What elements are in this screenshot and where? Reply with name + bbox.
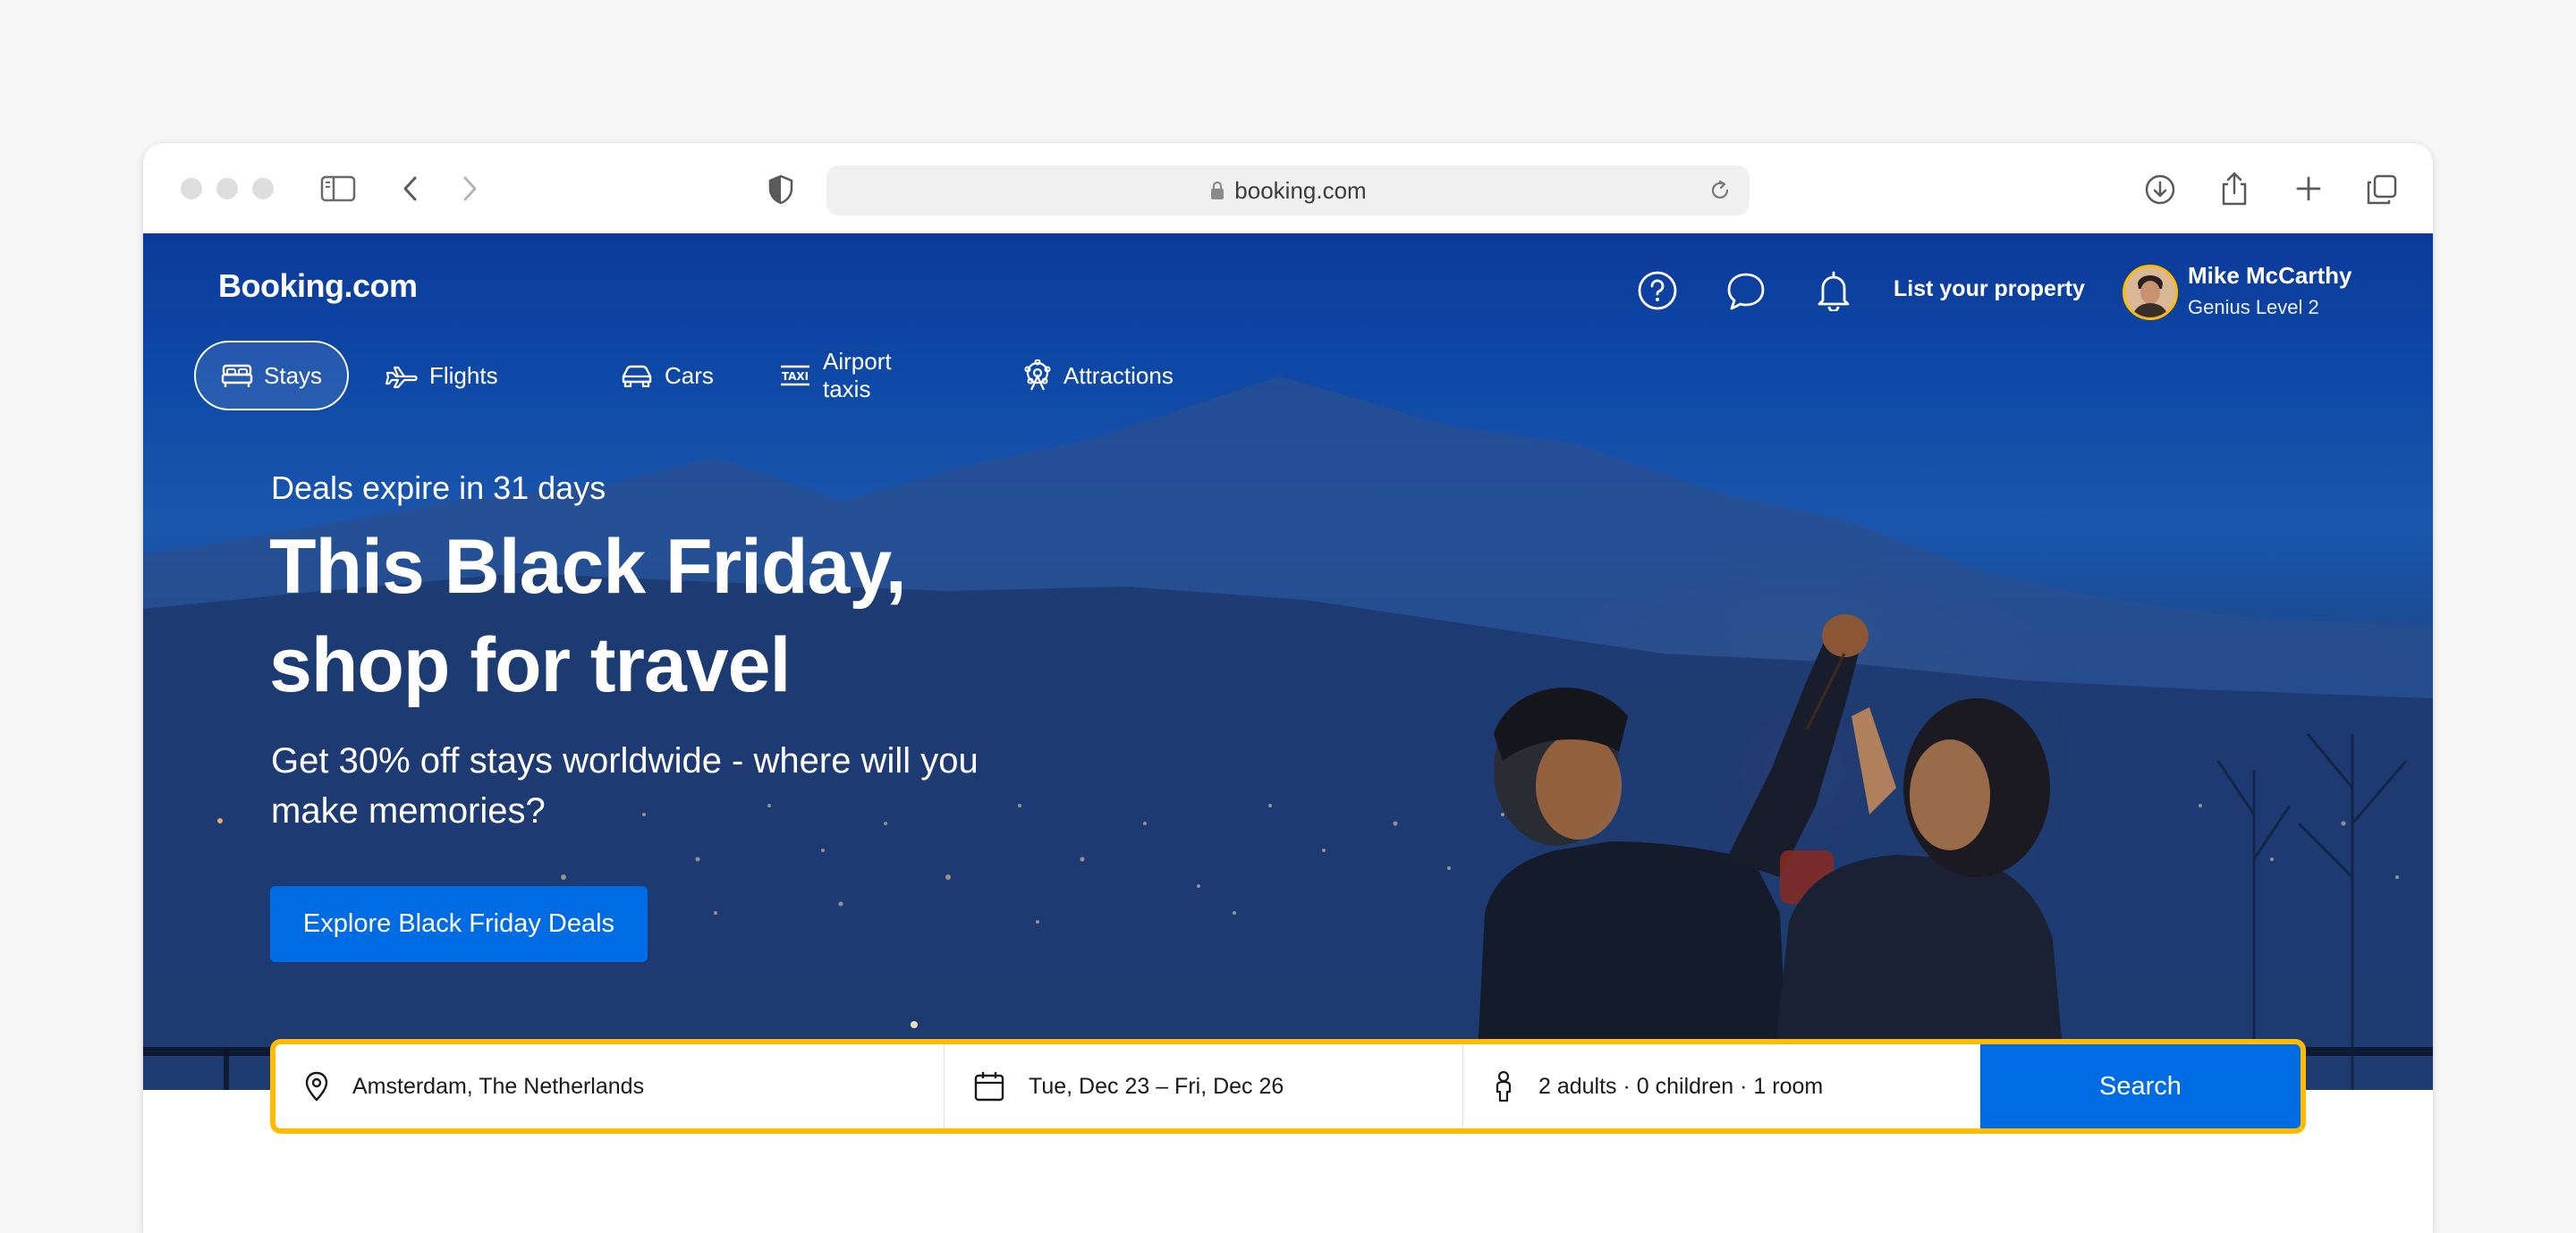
minimize-window-button[interactable]: [216, 178, 238, 199]
location-pin-icon: [304, 1071, 329, 1102]
svg-text:TAXI: TAXI: [782, 370, 809, 383]
genius-level-label: Genius Level 2: [2188, 296, 2319, 318]
lock-icon: [1209, 181, 1225, 200]
help-icon[interactable]: [1635, 268, 1680, 313]
privacy-shield-icon[interactable]: [766, 173, 796, 206]
guests-value: 2 adults · 0 children · 1 room: [1538, 1073, 1824, 1099]
share-icon[interactable]: [2218, 170, 2250, 207]
guests-field[interactable]: 2 adults · 0 children · 1 room: [1463, 1044, 1980, 1128]
back-icon[interactable]: [397, 173, 424, 205]
tab-attractions[interactable]: Attractions: [1022, 341, 1174, 410]
downloads-icon[interactable]: [2143, 173, 2177, 207]
notifications-bell-icon[interactable]: [1814, 269, 1853, 312]
search-button[interactable]: Search: [1980, 1044, 2301, 1128]
car-icon: [620, 362, 654, 389]
booking-logo[interactable]: Booking.com: [218, 267, 418, 305]
destination-value: Amsterdam, The Netherlands: [352, 1073, 645, 1099]
tab-attractions-label: Attractions: [1063, 361, 1174, 389]
forward-icon[interactable]: [456, 173, 483, 205]
messages-icon[interactable]: [1724, 270, 1767, 313]
destination-field[interactable]: Amsterdam, The Netherlands: [275, 1044, 945, 1128]
plane-icon: [385, 362, 419, 389]
hero-subline: Get 30% off stays worldwide - where will…: [271, 741, 979, 831]
url-text: booking.com: [1234, 176, 1367, 204]
tab-stays-label: Stays: [264, 361, 323, 389]
zoom-window-button[interactable]: [252, 178, 274, 199]
address-bar[interactable]: booking.com: [826, 165, 1750, 215]
tab-airport-taxis[interactable]: TAXI Airport taxis: [778, 341, 892, 410]
person-icon: [1492, 1070, 1515, 1102]
tab-stays[interactable]: Stays: [194, 341, 350, 410]
explore-deals-button[interactable]: Explore Black Friday Deals: [270, 886, 648, 962]
tab-flights-label: Flights: [429, 361, 498, 389]
hero-headline-line-2: shop for travel: [269, 622, 791, 708]
reload-icon[interactable]: [1708, 179, 1732, 207]
deals-expire-text: Deals expire in 31 days: [271, 469, 606, 506]
tab-cars-label: Cars: [665, 361, 714, 389]
attractions-icon: [1022, 359, 1053, 392]
dates-value: Tue, Dec 23 – Fri, Dec 26: [1029, 1073, 1284, 1099]
tab-flights[interactable]: Flights: [385, 341, 498, 410]
list-your-property-link[interactable]: List your property: [1894, 276, 2085, 302]
user-name[interactable]: Mike McCarthy: [2188, 262, 2352, 290]
sidebar-toggle-icon[interactable]: [318, 173, 358, 205]
tab-airport-taxis-label: Airport taxis: [823, 348, 892, 402]
tab-overview-icon[interactable]: [2365, 173, 2399, 207]
close-window-button[interactable]: [181, 178, 202, 199]
tab-cars[interactable]: Cars: [620, 341, 714, 410]
calendar-icon: [973, 1070, 1005, 1102]
bed-icon: [221, 362, 253, 389]
hero-banner: Booking.com List your property Mike McCa…: [143, 233, 2433, 1090]
hero-headline: This Black Friday, shop for travel: [269, 518, 1074, 714]
browser-window: booking.com Booking.com List your proper…: [143, 143, 2433, 1233]
hero-headline-line-1: This Black Friday,: [269, 524, 907, 610]
new-tab-icon[interactable]: [2293, 173, 2324, 204]
avatar[interactable]: [2123, 265, 2178, 320]
browser-toolbar: booking.com: [143, 143, 2433, 233]
search-bar: Amsterdam, The Netherlands Tue, Dec 23 –…: [270, 1039, 2306, 1134]
taxi-icon: TAXI: [778, 362, 812, 389]
dates-field[interactable]: Tue, Dec 23 – Fri, Dec 26: [945, 1044, 1463, 1128]
